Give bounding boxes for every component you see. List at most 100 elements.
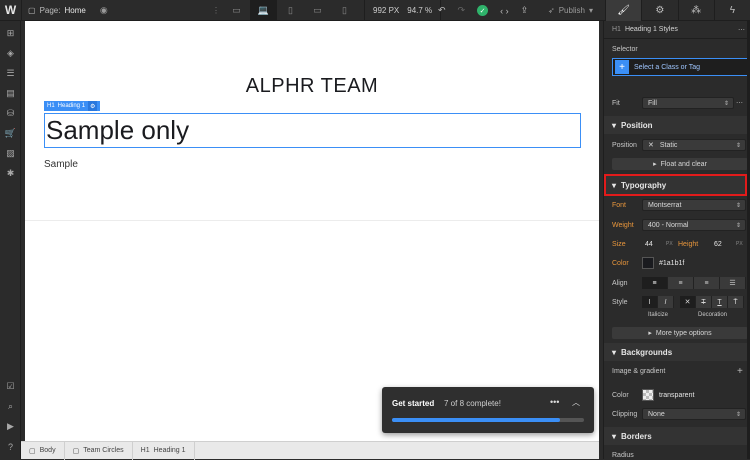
page-file-icon: ▢	[28, 5, 36, 15]
clipping-label: Clipping	[612, 411, 638, 418]
symbols-icon[interactable]: ◈	[0, 45, 21, 61]
align-right-icon[interactable]: ≡	[694, 277, 720, 289]
plus-icon: +	[615, 60, 629, 74]
backgrounds-section-header[interactable]: ▾ Backgrounds	[604, 343, 750, 361]
add-panel-plus-icon[interactable]: ⊞	[0, 25, 21, 41]
italic-on-icon[interactable]: I	[658, 296, 674, 308]
tablet-icon[interactable]: ▯	[277, 0, 304, 21]
bg-color-swatch[interactable]	[642, 389, 654, 401]
more-options-icon[interactable]: •••	[550, 397, 559, 407]
more-options-icon[interactable]: ⋯	[736, 99, 743, 107]
breadcrumb: ▢ Body ▢ Team Circles H1 Heading 1	[21, 441, 599, 460]
text-color-input[interactable]: #1a1b1f	[656, 257, 746, 269]
line-height-label: Height	[678, 241, 699, 248]
box-icon: ▢	[29, 447, 36, 455]
style-manager-icon[interactable]: ⁂	[677, 0, 714, 21]
breadcrumb-item-body[interactable]: ▢ Body	[21, 441, 65, 460]
style-brush-icon[interactable]: 🖌	[605, 0, 642, 21]
close-x-icon: ✕	[648, 142, 654, 149]
float-clear-button[interactable]: ▸ Float and clear	[612, 158, 748, 170]
audit-check-icon[interactable]: ☑	[0, 378, 21, 394]
weight-select[interactable]: 400 - Normal ⇕	[642, 219, 746, 231]
code-export-icon[interactable]: ‹ ›	[500, 6, 509, 16]
top-toolbar: W ▢ Page: Home ◉ ⋮ ▭ 💻 ▯ ▭ ▯ 992 PX 94.7…	[0, 0, 750, 21]
team-title-heading[interactable]: ALPHR TEAM	[25, 75, 599, 98]
selector-label: Selector	[612, 46, 638, 53]
panel-tabs: 🖌 ⚙ ⁂ ϟ	[605, 0, 750, 21]
desktop-large-icon[interactable]: ▭	[223, 0, 250, 21]
ecommerce-cart-icon[interactable]: 🛒	[0, 125, 21, 141]
selector-input[interactable]: + Select a Class or Tag	[612, 58, 748, 76]
position-section-header[interactable]: ▾ Position	[604, 116, 750, 134]
caret-right-icon: ▸	[648, 330, 652, 337]
design-canvas[interactable]: ALPHR TEAM H1 Heading 1 ⚙ Sample only Sa…	[25, 21, 599, 441]
bg-color-input[interactable]: transparent	[656, 389, 746, 401]
heading-tag-icon: H1	[612, 26, 621, 33]
get-started-widget[interactable]: Get started 7 of 8 complete! ••• ︿	[382, 387, 594, 433]
element-settings-gear-icon[interactable]: ⚙	[88, 101, 98, 111]
cms-database-icon[interactable]: ⛁	[0, 105, 21, 121]
navigator-icon[interactable]: ☰	[0, 65, 21, 81]
decoration-none-icon[interactable]: ✕	[680, 296, 696, 308]
mobile-portrait-icon[interactable]: ▯	[331, 0, 358, 21]
pages-icon[interactable]: ▤	[0, 85, 21, 101]
italicize-caption: Italicize	[648, 312, 669, 318]
selected-heading-1[interactable]: Sample only	[44, 113, 581, 148]
height-unit[interactable]: PX	[736, 241, 743, 247]
radius-label: Radius	[612, 452, 634, 459]
settings-gear-icon[interactable]: ⚙	[641, 0, 677, 21]
italic-off-icon[interactable]: I	[642, 296, 658, 308]
interactions-bolt-icon[interactable]: ϟ	[713, 0, 750, 21]
breadcrumb-item-heading-1[interactable]: H1 Heading 1	[133, 441, 195, 460]
settings-cog-icon[interactable]: ✱	[0, 165, 21, 181]
size-unit[interactable]: PX	[666, 241, 673, 247]
publish-button[interactable]: ➶ Publish ▾	[548, 0, 593, 21]
selected-element-badge[interactable]: H1 Heading 1 ⚙	[44, 101, 101, 111]
chevron-updown-icon: ⇕	[723, 100, 729, 107]
page-selector[interactable]: ▢ Page: Home	[22, 6, 86, 15]
decoration-caption: Decoration	[698, 312, 728, 318]
chevron-up-icon[interactable]: ︿	[572, 397, 580, 408]
preview-eye-icon[interactable]: ◉	[100, 5, 108, 16]
chevron-down-icon: ▾	[588, 6, 593, 15]
desktop-base-icon[interactable]: 💻	[250, 0, 277, 21]
borders-section-header[interactable]: ▾ Borders	[604, 427, 750, 445]
mobile-landscape-icon[interactable]: ▭	[304, 0, 331, 21]
clipping-select[interactable]: None ⇕	[642, 408, 746, 420]
align-left-icon[interactable]: ≡	[642, 277, 668, 289]
overline-icon[interactable]: T̄	[728, 296, 744, 308]
fit-label: Fit	[612, 100, 620, 107]
align-justify-icon[interactable]: ☰	[720, 277, 746, 289]
underline-icon[interactable]: T	[712, 296, 728, 308]
caret-down-icon: ▾	[612, 347, 617, 357]
caret-down-icon: ▾	[612, 431, 617, 441]
text-color-swatch[interactable]	[642, 257, 654, 269]
panel-header: H1 Heading 1 Styles ⋯	[604, 21, 750, 39]
add-plus-icon[interactable]: +	[737, 366, 743, 377]
position-select[interactable]: ✕ Static ⇕	[642, 139, 746, 151]
video-tutorials-icon[interactable]: ▶	[0, 418, 21, 434]
selector-placeholder: Select a Class or Tag	[634, 63, 701, 71]
help-question-icon[interactable]: ?	[0, 439, 21, 455]
progress-fill	[392, 418, 560, 422]
viewport-width: 992	[373, 6, 387, 15]
align-center-icon[interactable]: ≡	[668, 277, 694, 289]
strikethrough-icon[interactable]: T	[696, 296, 712, 308]
font-select[interactable]: Montserrat ⇕	[642, 199, 746, 211]
text-align-group: ≡ ≡ ≡ ☰	[642, 277, 746, 289]
assets-images-icon[interactable]: ▨	[0, 145, 21, 161]
position-label: Position	[612, 142, 637, 149]
redo-icon[interactable]: ↷	[458, 5, 466, 16]
more-type-options-button[interactable]: ▸ More type options	[612, 327, 748, 339]
search-icon[interactable]: ⌕	[0, 398, 21, 414]
team-section[interactable]: ALPHR TEAM H1 Heading 1 ⚙ Sample only Sa…	[25, 21, 599, 221]
breadcrumb-item-team-circles[interactable]: ▢ Team Circles	[65, 441, 133, 460]
undo-icon[interactable]: ↶	[438, 5, 446, 16]
webflow-logo[interactable]: W	[0, 0, 22, 21]
sample-paragraph[interactable]: Sample	[44, 159, 78, 170]
fit-select[interactable]: Fill ⇕	[642, 97, 734, 109]
line-height-input[interactable]: 62	[711, 238, 739, 250]
share-icon[interactable]: ⇪	[521, 5, 529, 16]
more-options-icon[interactable]: ⋯	[738, 26, 745, 34]
font-value: Montserrat	[648, 201, 682, 209]
